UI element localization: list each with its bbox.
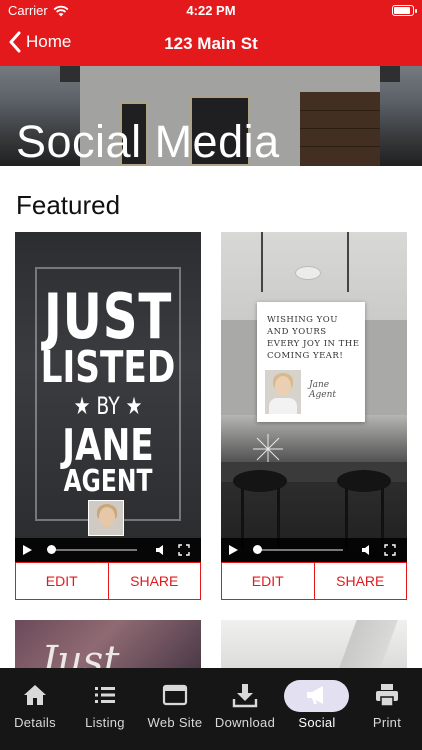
play-icon[interactable] (229, 545, 238, 555)
navigation-bar: Home 123 Main St (0, 22, 422, 66)
sparkle-icon (253, 434, 283, 464)
tab-label: Print (372, 715, 402, 730)
tab-web-site[interactable]: Web Site (140, 682, 210, 742)
social-template-card: WISHING YOU AND YOURS EVERY JOY IN THE C… (221, 232, 407, 600)
printer-icon (376, 684, 398, 707)
ceiling-light (295, 266, 321, 280)
card-actions: EDIT SHARE (221, 562, 407, 600)
template-script-text: Just (41, 638, 120, 668)
tab-print[interactable]: Print (352, 682, 422, 742)
edit-button[interactable]: EDIT (16, 563, 108, 599)
tab-label: Social (298, 715, 336, 730)
status-time: 4:22 PM (186, 3, 236, 18)
agent-photo (88, 500, 124, 536)
tab-label: Download (214, 715, 276, 730)
agent-signature: Jane Agent (309, 380, 336, 400)
status-bar: Carrier 4:22 PM (0, 0, 422, 22)
tab-label: Details (14, 715, 56, 730)
scrubber-thumb[interactable] (253, 545, 262, 554)
home-icon (24, 685, 46, 705)
greeting-card: WISHING YOU AND YOURS EVERY JOY IN THE C… (257, 302, 365, 422)
download-icon (232, 684, 258, 708)
list-icon (95, 687, 115, 703)
edit-button[interactable]: EDIT (222, 563, 314, 599)
fullscreen-icon[interactable] (384, 544, 396, 556)
scrubber-thumb[interactable] (47, 545, 56, 554)
hero-banner: Social Media (0, 66, 422, 166)
pendant-light (261, 232, 263, 292)
fullscreen-icon[interactable] (178, 544, 190, 556)
template-video[interactable]: JUST LISTED ★ BY ★ JANE AGENT (15, 232, 201, 562)
speaker-icon[interactable] (361, 544, 373, 556)
pendant-light (347, 232, 349, 292)
template-byline: ★ BY ★ (73, 392, 143, 420)
template-headline: LISTED (40, 342, 176, 393)
tab-details[interactable]: Details (0, 682, 70, 742)
video-scrubber[interactable] (255, 549, 343, 551)
megaphone-icon (307, 686, 323, 704)
social-template-card-peek[interactable]: Just (15, 620, 201, 668)
agent-photo (265, 370, 301, 414)
tab-social[interactable]: Social (282, 682, 352, 742)
hero-title: Social Media (16, 116, 280, 166)
tab-bar: Details Listing Web Site Download Social (0, 668, 422, 750)
video-controls (15, 538, 201, 562)
social-template-card: JUST LISTED ★ BY ★ JANE AGENT EDIT SHARE (15, 232, 201, 600)
social-template-card-peek[interactable] (221, 620, 407, 668)
play-icon[interactable] (23, 545, 32, 555)
speaker-icon[interactable] (155, 544, 167, 556)
card-actions: EDIT SHARE (15, 562, 201, 600)
signature-last: Agent (309, 390, 336, 400)
featured-section-title: Featured (16, 190, 121, 220)
browser-window-icon (162, 684, 188, 706)
battery-icon (392, 5, 417, 16)
tab-label: Web Site (147, 715, 203, 730)
template-by: BY (96, 392, 120, 420)
template-video[interactable]: WISHING YOU AND YOURS EVERY JOY IN THE C… (221, 232, 407, 562)
share-button[interactable]: SHARE (107, 563, 201, 599)
tab-download[interactable]: Download (210, 682, 280, 742)
tab-label: Listing (85, 715, 125, 730)
nav-title: 123 Main St (164, 34, 258, 53)
greeting-text: WISHING YOU AND YOURS EVERY JOY IN THE C… (267, 315, 360, 361)
video-controls (221, 538, 407, 562)
tab-listing[interactable]: Listing (70, 682, 140, 742)
template-agent-name: AGENT (63, 464, 153, 499)
template-background (301, 620, 407, 668)
share-button[interactable]: SHARE (313, 563, 407, 599)
signature-first: Jane (309, 380, 330, 390)
video-scrubber[interactable] (49, 549, 137, 551)
